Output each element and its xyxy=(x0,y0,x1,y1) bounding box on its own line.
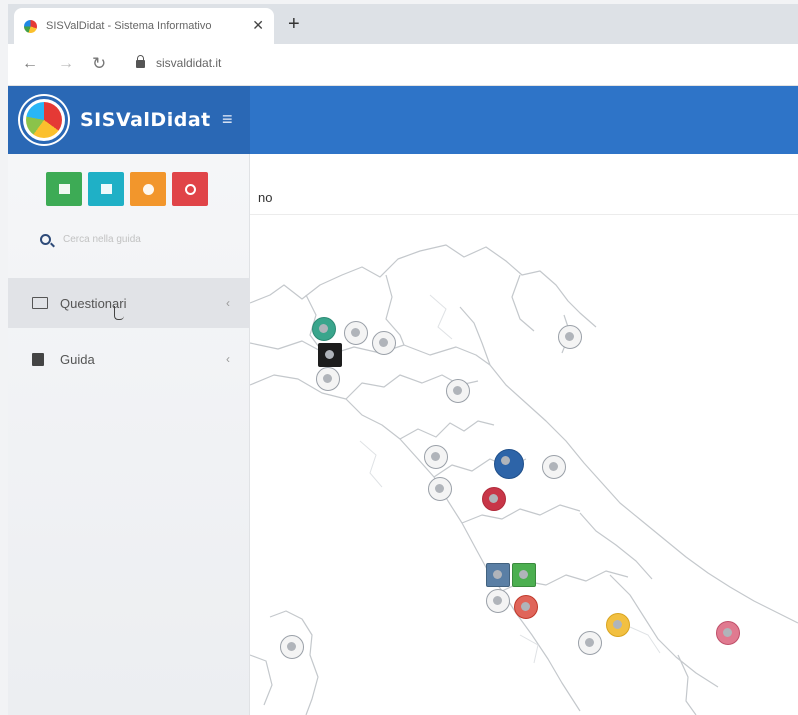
sidebar-item-label: Guida xyxy=(60,351,95,367)
brand[interactable]: SISValDidat xyxy=(8,86,250,154)
mouse-cursor-icon xyxy=(114,306,124,320)
university-marker[interactable] xyxy=(512,563,536,587)
forward-arrow-icon[interactable]: → xyxy=(58,55,74,73)
university-marker[interactable] xyxy=(428,477,452,501)
university-marker[interactable] xyxy=(558,325,582,349)
favicon-icon xyxy=(24,19,37,33)
university-marker[interactable] xyxy=(486,563,510,587)
university-marker[interactable] xyxy=(318,343,342,367)
lock-icon xyxy=(136,55,145,68)
search-input[interactable] xyxy=(63,234,223,245)
chevron-left-icon: ‹ xyxy=(226,352,230,366)
brand-name: SISValDidat xyxy=(80,109,211,131)
app-header: SISValDidat ≡ xyxy=(8,86,798,154)
logout-button[interactable] xyxy=(172,172,208,206)
university-marker[interactable] xyxy=(446,379,470,403)
university-marker[interactable] xyxy=(344,321,368,345)
bank-icon xyxy=(58,184,70,194)
university-marker[interactable] xyxy=(716,621,740,645)
info-icon xyxy=(142,183,154,195)
sidebar-search xyxy=(40,234,223,245)
browser-tab[interactable]: SISValDidat - Sistema Informativo ✕ xyxy=(14,8,274,44)
plus-icon[interactable]: + xyxy=(288,14,300,34)
reload-icon[interactable]: ↻ xyxy=(92,55,106,73)
map-outline xyxy=(249,244,798,715)
university-marker[interactable] xyxy=(372,331,396,355)
url-field[interactable]: sisvaldidat.it xyxy=(156,56,221,70)
chevron-left-icon: ‹ xyxy=(226,296,230,310)
book-icon xyxy=(32,352,44,366)
university-marker[interactable] xyxy=(542,455,566,479)
quick-actions xyxy=(46,172,208,206)
sidebar-item-questionari[interactable]: Questionari ‹ xyxy=(8,278,250,328)
logo-icon xyxy=(20,96,68,144)
main-content: no xyxy=(249,154,798,715)
university-marker[interactable] xyxy=(606,613,630,637)
italy-map[interactable] xyxy=(249,215,798,715)
search-icon xyxy=(40,234,51,245)
address-bar: ← → ↻ sisvaldidat.it xyxy=(8,44,798,86)
university-marker[interactable] xyxy=(316,367,340,391)
university-marker[interactable] xyxy=(486,589,510,613)
close-icon[interactable]: ✕ xyxy=(252,18,264,32)
university-marker[interactable] xyxy=(578,631,602,655)
monitor-icon xyxy=(100,184,112,194)
browser-window: SISValDidat - Sistema Informativo ✕ + ← … xyxy=(8,4,798,715)
university-marker[interactable] xyxy=(280,635,304,659)
keyboard-icon xyxy=(32,297,48,309)
university-marker[interactable] xyxy=(514,595,538,619)
monitor-button[interactable] xyxy=(88,172,124,206)
power-icon xyxy=(184,183,196,195)
sidebar: Questionari ‹ Guida ‹ xyxy=(8,154,250,715)
back-arrow-icon[interactable]: ← xyxy=(22,55,38,73)
university-marker[interactable] xyxy=(424,445,448,469)
sidebar-item-guida[interactable]: Guida ‹ xyxy=(8,334,250,384)
university-marker[interactable] xyxy=(494,449,524,479)
page-title: no xyxy=(258,190,273,205)
tab-title: SISValDidat - Sistema Informativo xyxy=(46,20,212,32)
university-marker[interactable] xyxy=(482,487,506,511)
hamburger-icon[interactable]: ≡ xyxy=(222,110,233,128)
tab-strip: SISValDidat - Sistema Informativo ✕ + xyxy=(8,4,798,44)
info-button[interactable] xyxy=(130,172,166,206)
home-button[interactable] xyxy=(46,172,82,206)
university-marker[interactable] xyxy=(312,317,336,341)
